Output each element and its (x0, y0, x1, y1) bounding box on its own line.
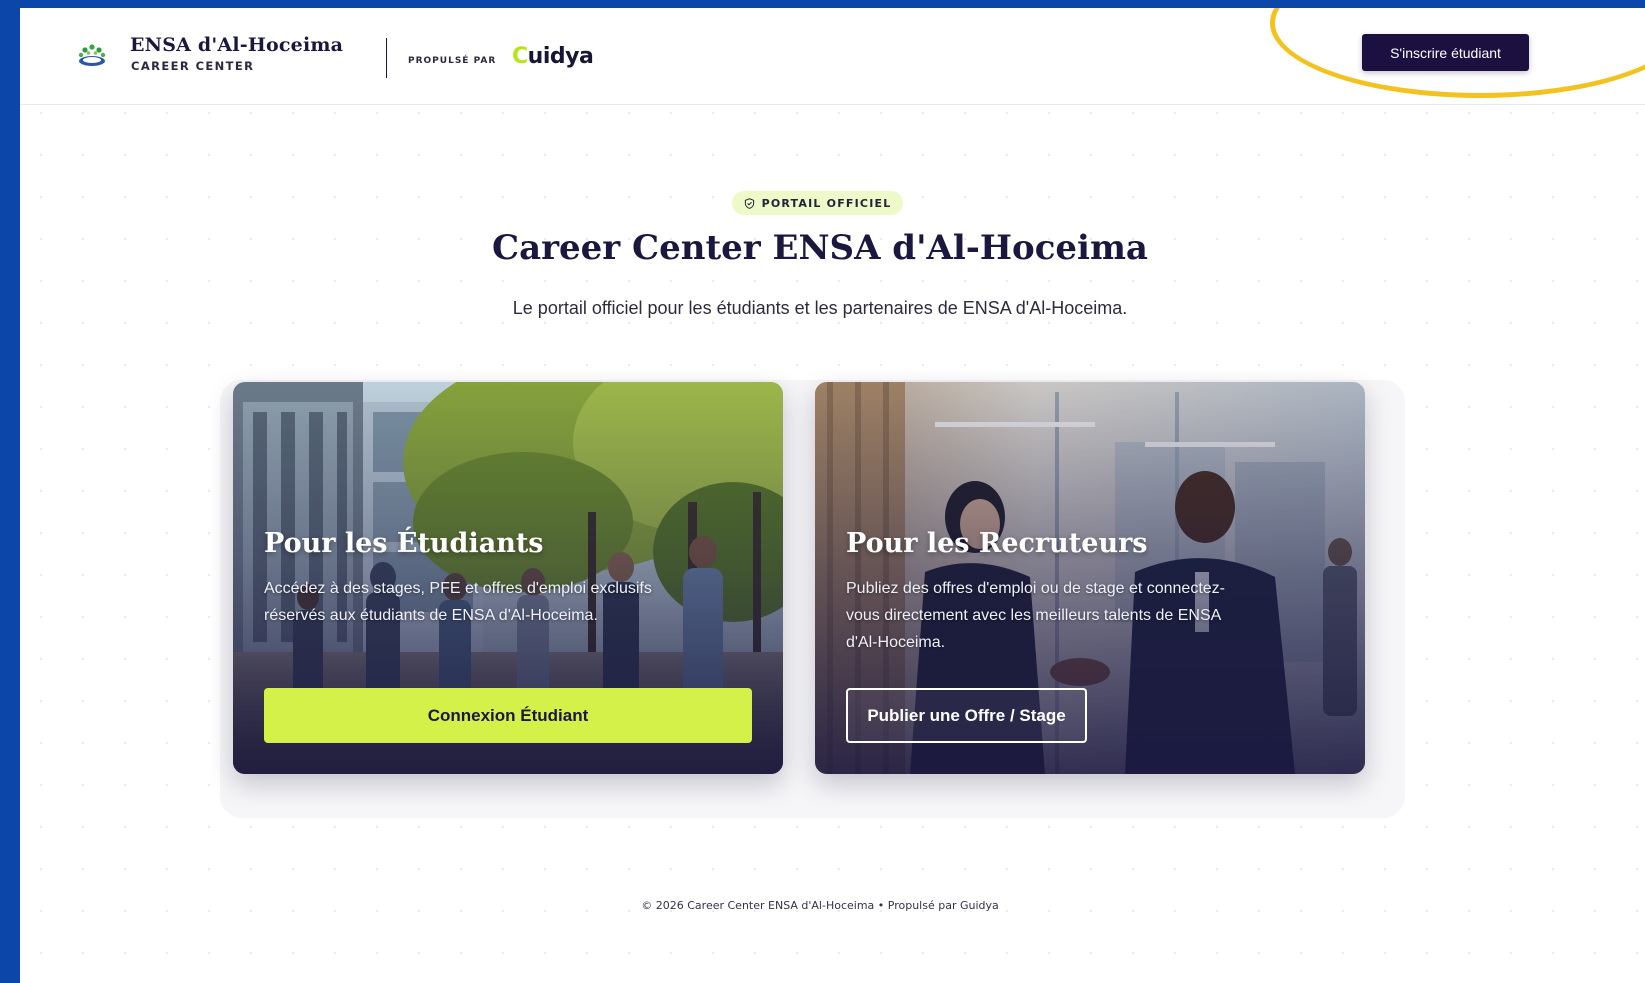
student-card: Pour les Étudiants Accédez à des stages,… (233, 382, 783, 774)
header-divider (386, 38, 387, 78)
footer-copyright: © 2026 Career Center ENSA d'Al-Hoceima •… (641, 899, 999, 912)
student-card-description: Accédez à des stages, PFE et offres d'em… (264, 580, 652, 624)
school-logo-icon (78, 44, 106, 66)
recruiter-card-description: Publiez des offres d'emploi ou de stage … (846, 580, 1225, 651)
student-login-button[interactable]: Connexion Étudiant (264, 688, 752, 743)
brand-title: ENSA d'Al-Hoceima (130, 34, 344, 56)
student-signup-button[interactable]: S'inscrire étudiant (1362, 34, 1529, 71)
top-header: ENSA d'Al-Hoceima CAREER CENTER PROPULSÉ… (20, 8, 1645, 105)
student-card-title: Pour les Étudiants (264, 528, 544, 559)
guidya-logo-rest: uidya (527, 44, 594, 69)
guidya-logo: Cuidya (512, 44, 594, 69)
brand-subtitle: CAREER CENTER (131, 59, 255, 73)
recruiter-card: Pour les Recruteurs Publiez des offres d… (815, 382, 1365, 774)
page-title: Career Center ENSA d'Al-Hoceima (492, 228, 1148, 268)
guidya-logo-initial: C (512, 44, 528, 69)
powered-by-label: PROPULSÉ PAR (408, 56, 497, 66)
page: ENSA d'Al-Hoceima CAREER CENTER PROPULSÉ… (20, 8, 1645, 983)
recruiter-card-title: Pour les Recruteurs (846, 528, 1148, 559)
shield-check-icon (744, 197, 754, 209)
official-portal-badge: PORTAIL OFFICIEL (732, 191, 903, 215)
page-subtitle: Le portail officiel pour les étudiants e… (512, 298, 1128, 318)
post-offer-button[interactable]: Publier une Offre / Stage (846, 688, 1087, 743)
badge-label: PORTAIL OFFICIEL (761, 196, 892, 210)
